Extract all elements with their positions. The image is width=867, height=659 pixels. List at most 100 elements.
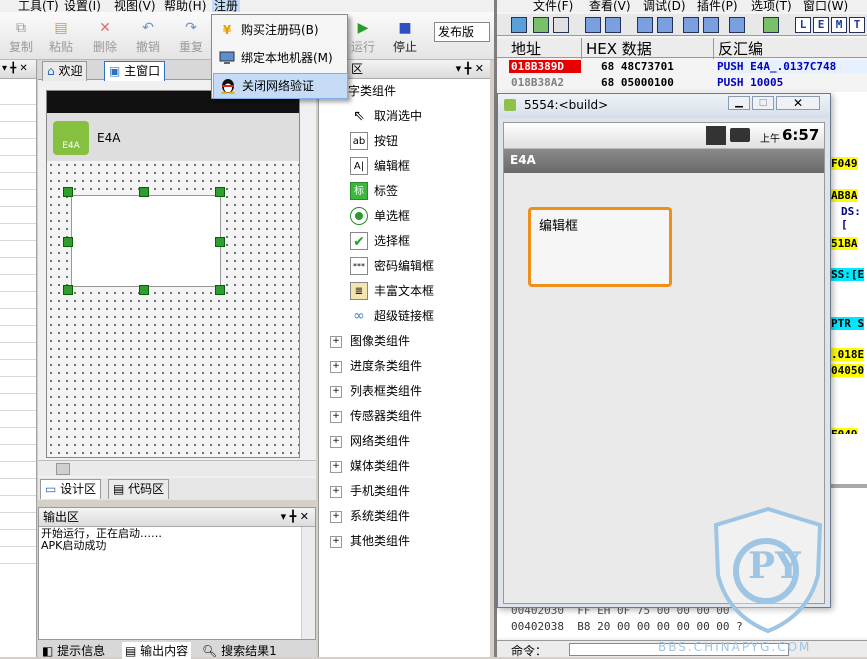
window-icon: ▣: [109, 64, 121, 78]
stop-icon: ■: [398, 20, 412, 36]
copy-button[interactable]: ⧉ 复制: [0, 18, 42, 60]
register-fragment: 51BA: [831, 237, 858, 250]
dbg-menu-window[interactable]: 窗口(W): [803, 0, 848, 14]
run-button[interactable]: ▶ 运行: [342, 18, 384, 60]
resize-handle[interactable]: [215, 237, 225, 247]
close-icon[interactable]: [553, 17, 569, 33]
design-grid[interactable]: [47, 161, 299, 457]
group-sensor[interactable]: + 传感器类组件: [330, 406, 422, 426]
property-grid: [0, 88, 36, 568]
disasm-row[interactable]: 018B389D 68 48C73701 PUSH E4A_.0137C748: [497, 60, 867, 74]
resize-handle[interactable]: [63, 237, 73, 247]
clock: 6:57: [782, 126, 820, 144]
resize-handle[interactable]: [63, 285, 73, 295]
delete-button[interactable]: ✕ 删除: [84, 18, 126, 60]
buy-license-item[interactable]: ¥ 购买注册码(B): [213, 18, 346, 42]
tab-design[interactable]: ▭ 设计区: [40, 479, 102, 499]
emulator-title: 5554:<build>: [524, 98, 609, 112]
dbg-menu-options[interactable]: 选项(T): [751, 0, 792, 14]
link-icon: ∞: [350, 307, 368, 325]
step-over-icon[interactable]: [657, 17, 673, 33]
group-other[interactable]: + 其他类组件: [330, 531, 410, 551]
maximize-button[interactable]: □: [752, 96, 774, 110]
register-fragment: .018E: [831, 348, 865, 361]
redo-icon: ↷: [185, 20, 197, 36]
rich-text-icon: ≣: [350, 282, 368, 300]
bind-machine-item[interactable]: 绑定本地机器(M): [213, 46, 346, 70]
goto-icon[interactable]: [763, 17, 779, 33]
tab-search-results[interactable]: 🔍︎ 搜索结果1: [202, 642, 277, 659]
horizontal-scrollbar[interactable]: [38, 460, 316, 476]
property-panel-header: ▾ ╋ ✕: [0, 60, 36, 79]
execute-till-return-icon[interactable]: [729, 17, 745, 33]
resize-handle[interactable]: [215, 187, 225, 197]
threads-button[interactable]: T: [849, 17, 865, 33]
password-icon: ***: [350, 257, 368, 275]
resize-handle[interactable]: [63, 187, 73, 197]
dbg-menu-file[interactable]: 文件(F): [533, 0, 573, 14]
expand-icon: +: [330, 410, 342, 423]
panel-controls[interactable]: ▾ ╋ ✕: [281, 508, 309, 526]
close-button[interactable]: ✕: [776, 96, 820, 110]
tab-output-content[interactable]: ▤ 输出内容: [122, 642, 192, 659]
resize-handle[interactable]: [139, 285, 149, 295]
dbg-menu-view[interactable]: 查看(V): [589, 0, 631, 14]
label-icon: 标: [350, 182, 368, 200]
signal-icon: [706, 126, 726, 145]
pause-icon[interactable]: [605, 17, 621, 33]
group-network[interactable]: + 网络类组件: [330, 431, 410, 451]
play-icon[interactable]: [585, 17, 601, 33]
group-media[interactable]: + 媒体类组件: [330, 456, 410, 476]
tab-main-window[interactable]: ▣ 主窗口: [104, 61, 166, 81]
menubar: 工具(T) 设置(I) 视图(V) 帮助(H) 注册: [0, 0, 494, 14]
col-hex[interactable]: HEX 数据: [581, 38, 652, 59]
design-edit-box[interactable]: [71, 195, 221, 287]
step-into-icon[interactable]: [637, 17, 653, 33]
panel-controls[interactable]: ▾ ╋ ✕: [456, 60, 484, 78]
register-dropdown: ¥ 购买注册码(B) 绑定本地机器(M) 关闭网络验证: [211, 14, 348, 99]
open-icon[interactable]: [511, 17, 527, 33]
dbg-menu-debug[interactable]: 调试(D): [643, 0, 686, 14]
register-fragment: DS:[: [841, 205, 861, 231]
minimize-button[interactable]: ▁: [728, 96, 750, 110]
stop-button[interactable]: ■ 停止: [384, 18, 426, 60]
run-icon: ▶: [357, 20, 369, 36]
computer-icon: [219, 50, 235, 66]
group-phone[interactable]: + 手机类组件: [330, 481, 410, 501]
delete-icon: ✕: [99, 20, 111, 36]
group-progress[interactable]: + 进度条类组件: [330, 356, 422, 376]
close-network-verify-item[interactable]: 关闭网络验证: [213, 73, 348, 99]
rewind-icon[interactable]: [533, 17, 549, 33]
watermark-text: BBS.CHINAPYG.COM: [658, 640, 812, 654]
group-listbox[interactable]: + 列表框类组件: [330, 381, 422, 401]
android-status-bar: 上午 6:57: [504, 123, 824, 149]
group-system[interactable]: + 系统类组件: [330, 506, 410, 526]
tab-hint-info[interactable]: ◧ 提示信息: [42, 642, 105, 659]
executables-button[interactable]: E: [813, 17, 829, 33]
tab-code[interactable]: ▤ 代码区: [108, 479, 170, 499]
disasm-row[interactable]: 018B38A2 68 05000100 PUSH 10005: [497, 76, 867, 90]
android-app-title: E4A: [510, 153, 536, 167]
group-image[interactable]: + 图像类组件: [330, 331, 410, 351]
build-mode-select[interactable]: 发布版: [434, 22, 490, 42]
redo-button[interactable]: ↷ 重复: [170, 18, 212, 60]
code-icon: ▤: [113, 482, 125, 496]
trace-into-icon[interactable]: [683, 17, 699, 33]
resize-handle[interactable]: [139, 187, 149, 197]
col-address[interactable]: 地址: [511, 38, 541, 59]
tab-welcome[interactable]: ⌂ 欢迎: [42, 61, 88, 81]
edit-text-field[interactable]: 编辑框: [528, 207, 672, 287]
dbg-menu-plugin[interactable]: 插件(P): [697, 0, 738, 14]
paste-icon: ▤: [54, 20, 68, 36]
col-disasm[interactable]: 反汇编: [713, 38, 763, 59]
output-scrollbar[interactable]: [301, 527, 315, 639]
design-icon: ▭: [45, 482, 57, 496]
scrollbar-thumb[interactable]: [56, 463, 70, 475]
log-window-button[interactable]: L: [795, 17, 811, 33]
memory-map-button[interactable]: M: [831, 17, 847, 33]
trace-over-icon[interactable]: [703, 17, 719, 33]
resize-handle[interactable]: [215, 285, 225, 295]
paste-button[interactable]: ▤ 粘贴: [40, 18, 82, 60]
debugger-toolbar: L E M T: [497, 14, 867, 36]
undo-button[interactable]: ↶ 撤销: [127, 18, 169, 60]
